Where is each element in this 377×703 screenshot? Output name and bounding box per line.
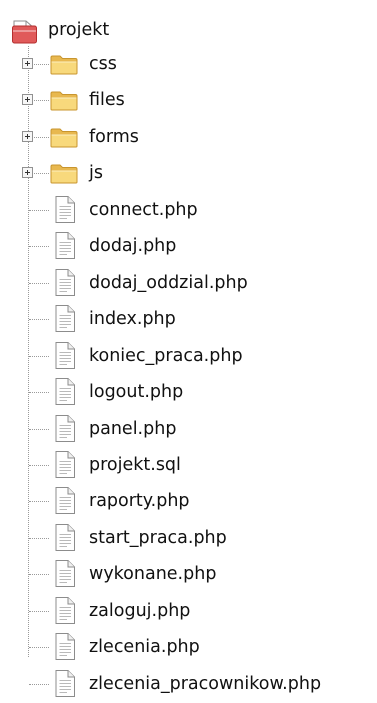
- file-icon: [54, 268, 76, 297]
- folder-icon: [50, 90, 78, 111]
- file-icon: [54, 304, 76, 333]
- tree-file-label: raporty.php: [89, 491, 190, 512]
- tree-file-label: zaloguj.php: [89, 600, 191, 621]
- tree-file-label: logout.php: [89, 382, 184, 403]
- tree-branch-line: [29, 647, 49, 649]
- expand-plus-icon[interactable]: [22, 58, 33, 69]
- tree-folder-label: css: [89, 54, 117, 74]
- expand-plus-icon[interactable]: [22, 167, 33, 179]
- tree-file-label: zlecenia.php: [89, 637, 200, 658]
- tree-branch-line: [29, 683, 49, 685]
- tree-branch-line: [29, 246, 49, 248]
- tree-file-panel-php[interactable]: panel.php: [0, 411, 377, 447]
- tree-branch-line: [29, 428, 49, 430]
- tree-file-zlecenia-pracownikow-php[interactable]: zlecenia_pracownikow.php: [0, 666, 377, 702]
- tree-folder-js[interactable]: js: [0, 155, 377, 191]
- tree-file-label: start_praca.php: [89, 527, 227, 548]
- tree-branch-line: [29, 574, 49, 576]
- folder-icon: [50, 163, 78, 184]
- tree-file-connect-php[interactable]: connect.php: [0, 192, 377, 228]
- tree-root-projekt[interactable]: projekt: [0, 16, 377, 48]
- tree-file-label: dodaj.php: [89, 236, 177, 257]
- tree-folder-forms[interactable]: forms: [0, 119, 377, 155]
- tree-branch-line: [29, 537, 49, 539]
- tree-folder-label: js: [89, 163, 103, 184]
- tree-branch-line: [29, 282, 49, 284]
- file-icon: [54, 414, 76, 443]
- tree-file-projekt-sql[interactable]: projekt.sql: [0, 447, 377, 483]
- tree-branch-line: [29, 610, 49, 612]
- tree-branch-line: [29, 392, 49, 394]
- tree-file-label: panel.php: [89, 418, 177, 439]
- tree-file-zaloguj-php[interactable]: zaloguj.php: [0, 593, 377, 629]
- tree-file-logout-php[interactable]: logout.php: [0, 374, 377, 410]
- file-icon: [54, 559, 76, 588]
- tree-file-wykonane-php[interactable]: wykonane.php: [0, 556, 377, 592]
- tree-folder-files[interactable]: files: [0, 82, 377, 118]
- tree-file-label: projekt.sql: [89, 454, 181, 475]
- tree-file-raporty-php[interactable]: raporty.php: [0, 483, 377, 519]
- tree-file-label: zlecenia_pracownikow.php: [89, 673, 322, 694]
- file-icon: [54, 596, 76, 625]
- file-icon: [54, 195, 76, 224]
- tree-branch-line: [29, 209, 49, 211]
- tree-root-label: projekt: [48, 20, 110, 40]
- tree-file-index-php[interactable]: index.php: [0, 301, 377, 337]
- file-icon: [54, 632, 76, 661]
- tree-file-label: connect.php: [89, 199, 198, 220]
- tree-file-start-praca-php[interactable]: start_praca.php: [0, 520, 377, 556]
- project-icon: [12, 20, 37, 44]
- tree-file-koniec-praca-php[interactable]: koniec_praca.php: [0, 338, 377, 374]
- tree-branch-line: [29, 355, 49, 357]
- tree-file-label: wykonane.php: [89, 564, 217, 585]
- tree-file-zlecenia-php[interactable]: zlecenia.php: [0, 629, 377, 665]
- tree-file-label: index.php: [89, 309, 176, 330]
- tree-file-dodaj-oddzial-php[interactable]: dodaj_oddzial.php: [0, 265, 377, 301]
- expand-plus-icon[interactable]: [22, 94, 33, 106]
- tree-folder-label: forms: [89, 126, 139, 147]
- expand-plus-icon[interactable]: [22, 130, 33, 142]
- file-icon: [54, 523, 76, 552]
- file-icon: [54, 377, 76, 406]
- tree-branch-line: [29, 501, 49, 503]
- tree-folder-css[interactable]: css: [0, 46, 377, 82]
- tree-branch-line: [29, 319, 49, 321]
- file-icon: [54, 450, 76, 479]
- folder-icon: [50, 127, 78, 148]
- file-icon: [54, 231, 76, 260]
- tree-file-label: koniec_praca.php: [89, 345, 243, 366]
- tree-file-label: dodaj_oddzial.php: [89, 272, 248, 293]
- tree-folder-label: files: [89, 90, 125, 111]
- tree-branch-line: [29, 464, 49, 466]
- file-icon: [54, 669, 76, 698]
- file-icon: [54, 341, 76, 370]
- folder-icon: [50, 54, 78, 75]
- file-icon: [54, 486, 76, 515]
- file-tree: projekt css files forms js connect.php dodaj.…: [0, 0, 377, 697]
- tree-file-dodaj-php[interactable]: dodaj.php: [0, 228, 377, 264]
